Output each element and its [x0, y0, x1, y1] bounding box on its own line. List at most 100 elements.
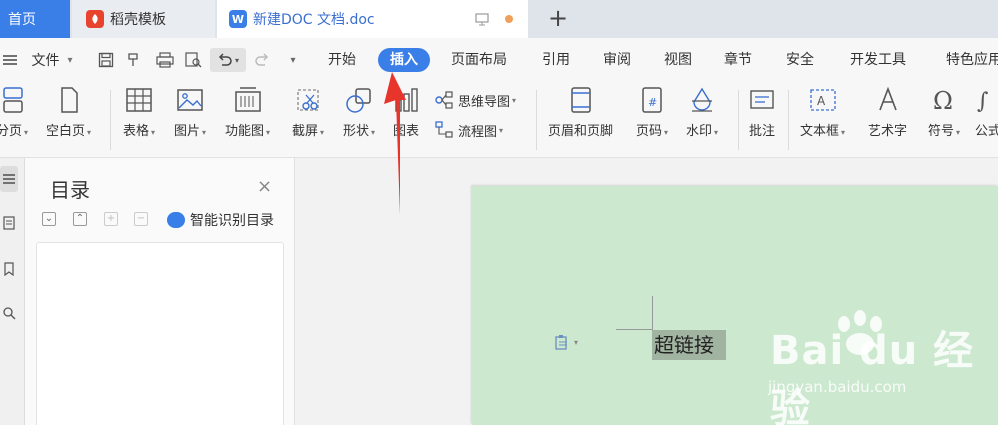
demote-level-icon[interactable]: − [134, 212, 148, 226]
page-break-icon [3, 87, 23, 113]
outline-nav-icon[interactable] [0, 166, 18, 192]
tab-home[interactable]: 首页 [0, 0, 70, 38]
chevron-down-icon: ▾ [87, 128, 92, 137]
flowchart-label: 流程图 [458, 124, 498, 140]
format-painter-icon[interactable] [124, 48, 144, 72]
picture-button[interactable]: 图片 ▾ [174, 86, 206, 139]
picture-icon [177, 89, 203, 111]
ribbon-divider [536, 90, 537, 150]
comment-icon [750, 90, 774, 109]
header-footer-label: 页眉和页脚 [548, 124, 614, 139]
flowchart-button[interactable]: 流程图 ▾ [434, 120, 503, 140]
customize-quick-access-icon[interactable]: ▾ [284, 48, 302, 72]
tab-document[interactable]: W 新建DOC 文档.doc [217, 0, 528, 38]
blank-page-button[interactable]: 空白页 ▾ [46, 86, 91, 139]
file-menu-label: 文件 [31, 53, 60, 69]
tab-page-layout[interactable]: 页面布局 [451, 48, 507, 72]
blank-page-icon [60, 87, 78, 113]
shape-icon [346, 88, 371, 113]
tab-start[interactable]: 开始 [328, 48, 356, 72]
undo-button[interactable]: ▾ [210, 48, 246, 72]
tab-view[interactable]: 视图 [664, 48, 692, 72]
search-nav-icon[interactable] [0, 300, 18, 326]
svg-text:Ω: Ω [933, 87, 953, 114]
selected-hyperlink-text[interactable]: 超链接 [652, 330, 726, 360]
undo-dropdown-icon[interactable]: ▾ [235, 56, 239, 65]
baidu-jingyan-watermark: Bai du 经验 jingyan.baidu.com [760, 310, 995, 425]
collapse-all-icon[interactable]: ⌄ [42, 212, 56, 226]
chevron-down-icon: ▾ [24, 128, 29, 137]
formula-button[interactable]: ∫ 公式 [975, 86, 998, 139]
smart-recognize-icon [167, 212, 185, 228]
chevron-down-icon: ▾ [266, 128, 271, 137]
file-menu[interactable]: 文件 ▾ [22, 48, 82, 72]
promote-level-icon[interactable]: + [104, 212, 118, 226]
tab-insert[interactable]: 插入 [378, 48, 430, 72]
close-icon[interactable]: × [257, 176, 272, 197]
tab-templates-label: 稻壳模板 [110, 12, 166, 28]
tab-bar: 首页 稻壳模板 W 新建DOC 文档.doc + [0, 0, 998, 38]
chevron-down-icon: ▾ [67, 54, 73, 66]
red-arrow-annotation [384, 72, 406, 215]
ribbon-divider [738, 90, 739, 150]
screenshot-button[interactable]: 截屏 ▾ [292, 86, 324, 139]
new-tab-button[interactable]: + [545, 6, 571, 32]
docer-logo-icon [86, 10, 104, 28]
page-break-button[interactable]: 分页 ▾ [0, 86, 28, 139]
bookmark-nav-icon[interactable] [0, 256, 18, 282]
print-icon[interactable] [154, 48, 176, 72]
monitor-icon[interactable] [475, 12, 489, 30]
chevron-down-icon: ▾ [664, 128, 669, 137]
page-number-label: 页码 [636, 124, 663, 139]
expand-all-icon[interactable]: ⌃ [73, 212, 87, 226]
ribbon-divider [110, 90, 111, 150]
tab-developer[interactable]: 开发工具 [850, 48, 906, 72]
function-chart-icon [234, 87, 261, 112]
toc-panel: 目录 × ⌄ ⌃ + − 智能识别目录 [25, 158, 295, 425]
hamburger-menu-icon[interactable] [0, 48, 20, 72]
print-preview-icon[interactable] [182, 48, 204, 72]
tab-special-apps[interactable]: 特色应用 [946, 48, 998, 72]
tab-review[interactable]: 审阅 [603, 48, 631, 72]
redo-icon[interactable] [252, 48, 272, 72]
chevron-down-icon: ▾ [841, 128, 846, 137]
shape-label: 形状 [343, 124, 370, 139]
word-art-icon [878, 86, 897, 111]
comment-button[interactable]: 批注 [748, 86, 776, 139]
table-button[interactable]: 表格 ▾ [123, 86, 155, 139]
tab-templates[interactable]: 稻壳模板 [72, 0, 215, 38]
chevron-down-icon: ▾ [574, 337, 579, 347]
word-art-button[interactable]: 艺术字 [868, 86, 907, 139]
chevron-down-icon: ▾ [202, 128, 207, 137]
chevron-down-icon: ▾ [320, 128, 325, 137]
page-margin-corner-mark [616, 329, 652, 330]
tab-security[interactable]: 安全 [786, 48, 814, 72]
symbol-button[interactable]: Ω 符号 ▾ [928, 86, 960, 139]
smart-toc-label: 智能识别目录 [190, 213, 274, 229]
paste-options-icon[interactable]: ▾ [554, 334, 578, 350]
chevron-down-icon: ▾ [956, 128, 961, 137]
header-footer-button[interactable]: 页眉和页脚 [548, 86, 613, 139]
pages-nav-icon[interactable] [0, 210, 18, 236]
page-break-label: 分页 [0, 124, 23, 139]
mind-map-button[interactable]: 思维导图 ▾ [434, 90, 516, 110]
tab-home-label: 首页 [8, 12, 36, 28]
blank-page-label: 空白页 [46, 124, 86, 139]
watermark-button[interactable]: 水印 ▾ [686, 86, 718, 139]
undo-icon [218, 53, 232, 66]
toc-list[interactable] [36, 242, 284, 425]
mind-map-icon [435, 91, 453, 109]
unsaved-dot-icon [505, 15, 513, 23]
text-box-button[interactable]: A 文本框 ▾ [800, 86, 845, 139]
svg-text:#: # [648, 96, 657, 109]
page-number-button[interactable]: # 页码 ▾ [636, 86, 668, 139]
save-icon[interactable] [96, 48, 116, 72]
text-box-icon: A [809, 89, 836, 111]
watermark-label: 水印 [686, 124, 713, 139]
function-chart-button[interactable]: 功能图 ▾ [225, 86, 270, 139]
watermark-url-text: jingyan.baidu.com [768, 378, 907, 396]
tab-references[interactable]: 引用 [542, 48, 570, 72]
smart-toc-button[interactable]: 智能识别目录 [167, 210, 274, 230]
tab-section[interactable]: 章节 [724, 48, 752, 72]
flowchart-icon [435, 121, 453, 138]
